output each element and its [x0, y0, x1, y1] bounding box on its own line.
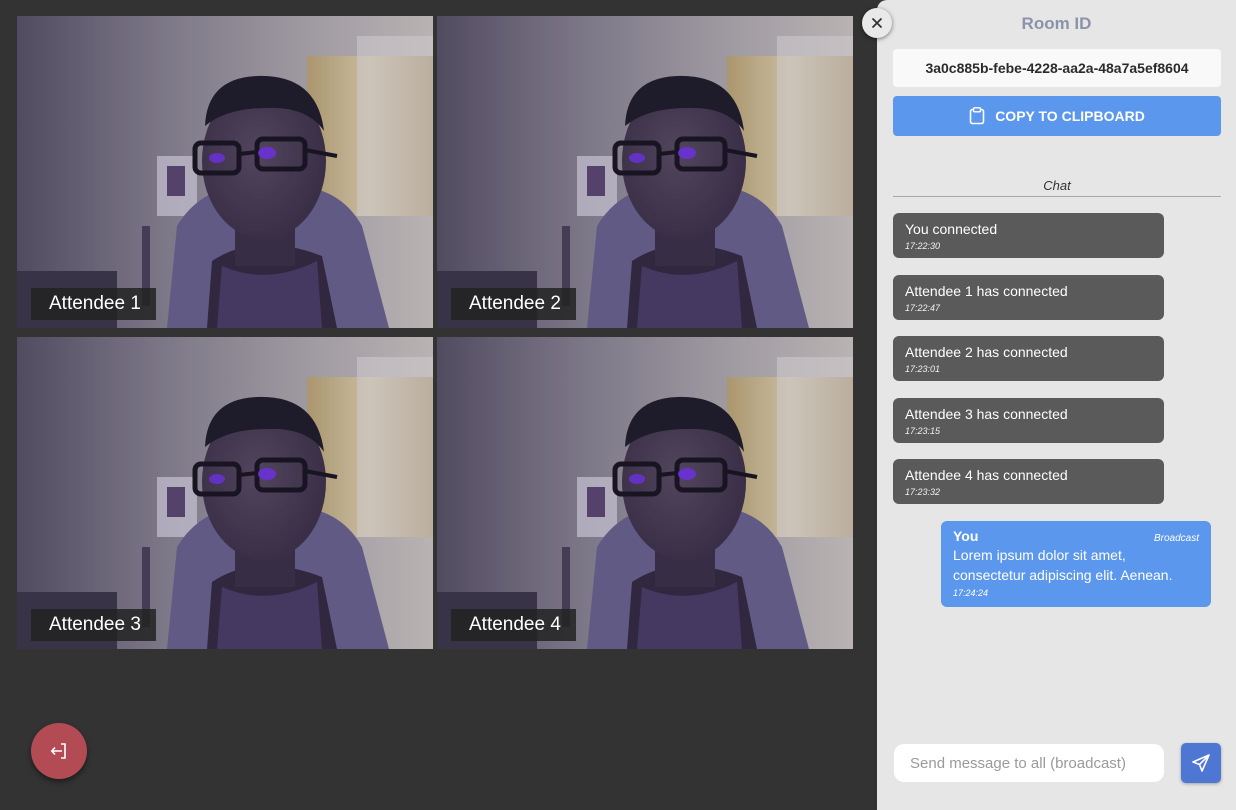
message-time: 17:23:15 — [905, 426, 941, 436]
side-panel: Room ID 3a0c885b-febe-4228-aa2a-48a7a5ef… — [877, 0, 1236, 810]
chat-heading: Chat — [1043, 178, 1071, 193]
broadcast-tag: Broadcast — [1153, 533, 1199, 544]
system-message: You connected 17:22:30 — [893, 213, 1164, 258]
video-feed — [17, 337, 433, 649]
chat-divider — [893, 196, 1221, 197]
own-message: You Broadcast Lorem ipsum dolor sit amet… — [941, 521, 1211, 607]
video-tile-attendee-4[interactable]: Attendee 4 — [437, 337, 853, 649]
message-text: Lorem ipsum dolor sit amet, consectetur … — [953, 547, 1173, 583]
room-id-value[interactable]: 3a0c885b-febe-4228-aa2a-48a7a5ef8604 — [893, 49, 1221, 87]
send-button[interactable] — [1181, 743, 1221, 783]
attendee-name-label: Attendee 3 — [31, 609, 156, 641]
message-time: 17:23:01 — [905, 364, 941, 374]
video-tile-attendee-2[interactable]: Attendee 2 — [437, 16, 853, 328]
message-sender: You — [953, 528, 979, 544]
video-tile-attendee-3[interactable]: Attendee 3 — [17, 337, 433, 649]
attendee-name-label: Attendee 1 — [31, 288, 156, 320]
send-icon — [1192, 754, 1210, 772]
message-text: Attendee 3 has connected — [905, 406, 1068, 422]
system-message: Attendee 3 has connected 17:23:15 — [893, 398, 1164, 443]
message-text: Attendee 2 has connected — [905, 344, 1068, 360]
video-feed — [17, 16, 433, 328]
video-feed — [437, 337, 853, 649]
message-time: 17:23:32 — [905, 487, 941, 497]
close-icon — [871, 17, 883, 29]
attendee-name-label: Attendee 4 — [451, 609, 576, 641]
exit-icon — [50, 743, 66, 759]
message-text: You connected — [905, 221, 998, 237]
attendee-name-label: Attendee 2 — [451, 288, 576, 320]
message-text: Attendee 1 has connected — [905, 283, 1068, 299]
clipboard-icon — [969, 107, 985, 125]
copy-button-label: COPY TO CLIPBOARD — [995, 108, 1145, 124]
video-tile-attendee-1[interactable]: Attendee 1 — [17, 16, 433, 328]
system-message: Attendee 2 has connected 17:23:01 — [893, 336, 1164, 381]
room-id-heading: Room ID — [1021, 14, 1092, 33]
message-time: 17:24:24 — [953, 588, 989, 598]
message-time: 17:22:30 — [905, 241, 941, 251]
message-input[interactable] — [894, 744, 1164, 782]
copy-to-clipboard-button[interactable]: COPY TO CLIPBOARD — [893, 96, 1221, 136]
system-message: Attendee 4 has connected 17:23:32 — [893, 459, 1164, 504]
leave-call-button[interactable] — [31, 723, 87, 779]
message-text: Attendee 4 has connected — [905, 467, 1068, 483]
video-feed — [437, 16, 853, 328]
system-message: Attendee 1 has connected 17:22:47 — [893, 275, 1164, 320]
close-panel-button[interactable] — [862, 8, 892, 38]
message-time: 17:22:47 — [905, 303, 941, 313]
